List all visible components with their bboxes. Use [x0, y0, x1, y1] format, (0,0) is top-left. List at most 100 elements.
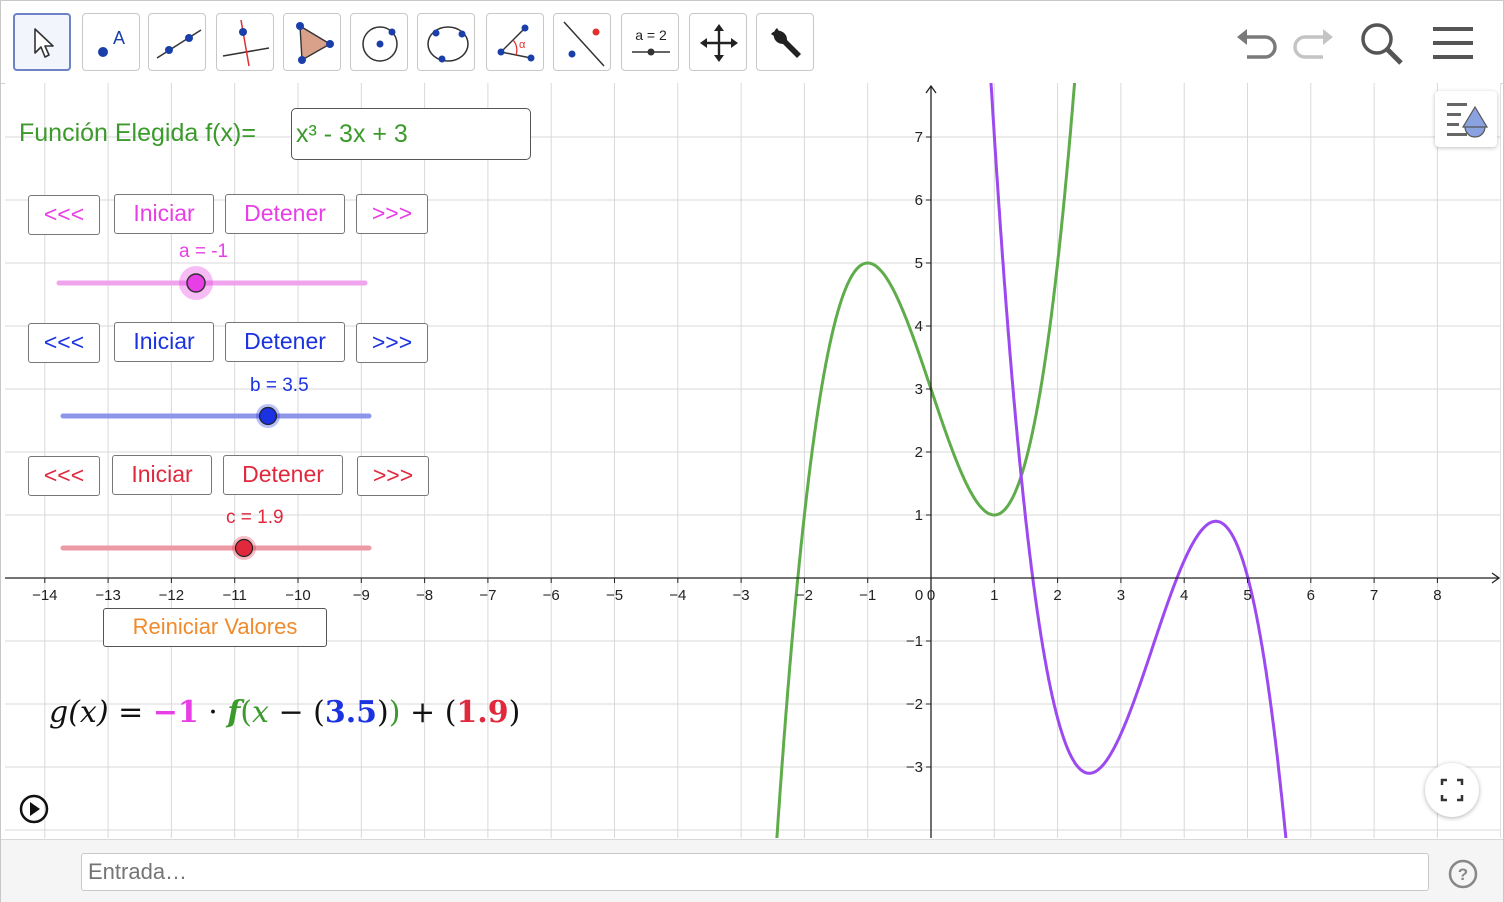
point-a-icon: A [98, 28, 125, 57]
g-curve[interactable] [987, 83, 1290, 838]
x-tick-label: 5 [1243, 587, 1251, 604]
f-curve[interactable] [773, 83, 1079, 838]
formula-x: x [252, 695, 269, 730]
x-tick-label: −14 [32, 587, 57, 604]
polygon-icon [296, 22, 334, 64]
line-through-points-icon [156, 29, 202, 59]
b-start-button[interactable]: Iniciar [114, 322, 214, 362]
x-tick-label: 1 [990, 587, 998, 604]
x-tick-label: 3 [1117, 587, 1125, 604]
b-slider[interactable] [59, 399, 379, 435]
formula-paren-close-b: ) [377, 695, 389, 730]
a-back-button[interactable]: <<< [28, 195, 100, 235]
formula-a-value: −1 [152, 695, 199, 730]
help-icon[interactable]: ? [1447, 858, 1479, 890]
x-tick-label: −11 [223, 587, 247, 604]
b-slider-label: b = 3.5 [250, 375, 309, 396]
geogebra-app: A α a = 2 −14 −13 −12 −11 −10 −9 −8 −7 −… [0, 0, 1504, 902]
x-tick-label: −9 [353, 587, 370, 604]
c-slider-knob[interactable] [234, 538, 254, 558]
x-tick-label: −4 [669, 587, 686, 604]
formula-minus: − ( [268, 695, 325, 730]
reset-values-button[interactable]: Reiniciar Valores [103, 608, 327, 647]
y-tick-label: 2 [915, 444, 923, 461]
y-tick-label: −2 [906, 696, 923, 713]
search-icon[interactable] [1357, 19, 1405, 67]
b-stop-button[interactable]: Detener [225, 322, 345, 362]
a-slider-knob[interactable] [186, 273, 206, 293]
y-tick-label: 1 [915, 507, 923, 524]
circle-three-points-icon [427, 26, 469, 63]
perpendicular-line-icon [222, 19, 270, 67]
a-forward-button[interactable]: >>> [356, 194, 428, 234]
angle-icon: α [497, 24, 535, 62]
move-arrows-icon [700, 24, 738, 62]
slider-icon: a = 2 [632, 27, 670, 56]
x-tick-label: 7 [1370, 587, 1378, 604]
y-tick-label: 3 [915, 381, 923, 398]
circle-center-point-tool-button[interactable] [350, 13, 408, 71]
c-forward-button[interactable]: >>> [357, 456, 429, 496]
arrow-pointer-icon [34, 28, 54, 58]
svg-text:?: ? [1458, 865, 1468, 884]
graphics-view[interactable]: −14 −13 −12 −11 −10 −9 −8 −7 −6 −5 −4 −3 −2 −1 0 1 2 3 4 5 6… [5, 83, 1501, 838]
fullscreen-icon [1440, 778, 1464, 802]
move-graphics-view-tool-button[interactable] [689, 13, 747, 71]
a-stop-button[interactable]: Detener [225, 194, 345, 234]
b-forward-button[interactable]: >>> [356, 323, 428, 363]
move-tool-button[interactable] [13, 13, 71, 71]
x-tick-label: −6 [543, 587, 560, 604]
x-tick-label: −7 [479, 587, 496, 604]
c-slider[interactable] [59, 531, 379, 567]
a-slider-label: a = -1 [179, 241, 229, 262]
y-tick-label: −1 [906, 633, 923, 650]
formula-display: g(x) = −1 · f(x − (3.5)) + (1.9) [49, 695, 520, 730]
y-tick-label: 7 [915, 129, 923, 146]
formula-paren-close: ) [388, 695, 401, 730]
reflect-tool-button[interactable] [553, 13, 611, 71]
x-tick-label: 8 [1433, 587, 1441, 604]
perpendicular-line-tool-button[interactable] [216, 13, 274, 71]
point-tool-button[interactable]: A [82, 13, 140, 71]
style-bar-toggle-button[interactable] [1435, 91, 1497, 147]
angle-tool-label: α [519, 39, 526, 51]
b-back-button[interactable]: <<< [28, 323, 100, 363]
play-animation-icon[interactable] [17, 793, 51, 827]
y-tick-label: 6 [915, 192, 923, 209]
menu-icon[interactable] [1429, 19, 1477, 67]
circle-three-points-tool-button[interactable] [417, 13, 475, 71]
b-slider-knob[interactable] [258, 406, 278, 426]
x-tick-label: 2 [1053, 587, 1061, 604]
x-tick-label: 4 [1180, 587, 1188, 604]
algebra-input-field[interactable] [81, 853, 1429, 891]
a-start-button[interactable]: Iniciar [114, 194, 214, 234]
formula-paren-open: ( [240, 695, 252, 730]
c-back-button[interactable]: <<< [28, 456, 100, 496]
formula-c-value: 1.9 [456, 695, 509, 730]
function-input-label: Función Elegida f(x)= [19, 119, 256, 147]
x-tick-label: −13 [95, 587, 120, 604]
y-tick-label: 5 [915, 255, 923, 272]
formula-f: f [227, 695, 241, 730]
slider-tool-button[interactable]: a = 2 [621, 13, 679, 71]
circle-center-point-icon [362, 26, 398, 62]
line-tool-button[interactable] [148, 13, 206, 71]
polygon-tool-button[interactable] [283, 13, 341, 71]
function-input-field[interactable]: x³ - 3x + 3 [291, 108, 531, 160]
redo-icon[interactable] [1289, 19, 1337, 67]
x-tick-label: −2 [796, 587, 813, 604]
c-start-button[interactable]: Iniciar [112, 455, 212, 495]
fullscreen-button[interactable] [1425, 763, 1479, 817]
settings-tool-button[interactable] [756, 13, 814, 71]
formula-plus: + ( [400, 695, 457, 730]
x-tick-label: −3 [733, 587, 750, 604]
point-tool-label: A [113, 28, 125, 48]
angle-tool-button[interactable]: α [486, 13, 544, 71]
undo-icon[interactable] [1233, 19, 1281, 67]
x-tick-label: −8 [416, 587, 433, 604]
slider-tool-label: a = 2 [635, 27, 667, 43]
a-slider[interactable] [55, 265, 375, 301]
c-stop-button[interactable]: Detener [223, 455, 343, 495]
wrench-icon [771, 28, 801, 58]
x-tick-label: 0 [927, 587, 935, 604]
